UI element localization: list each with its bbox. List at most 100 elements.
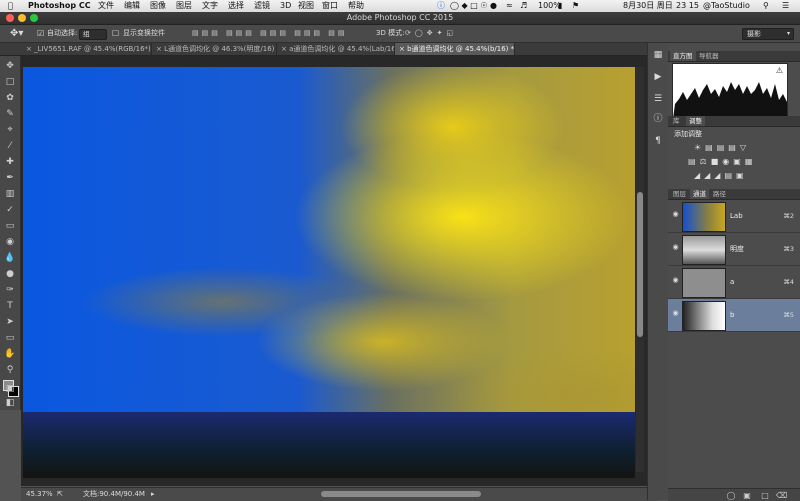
vertical-scroll-thumb[interactable]	[637, 192, 643, 337]
tab-b-channel[interactable]: × b通道色调均化 @ 45.4%(b/16) *	[395, 43, 515, 55]
blur-tool-icon[interactable]: 💧	[4, 252, 16, 264]
menu-edit[interactable]: 编辑	[124, 0, 140, 12]
menu-image[interactable]: 图像	[150, 0, 166, 12]
tab-navigator[interactable]: 导航器	[696, 51, 722, 61]
notification-icon[interactable]: ☰	[782, 0, 789, 12]
type-tool-icon[interactable]: T	[4, 300, 16, 312]
tab-paths[interactable]: 路径	[710, 189, 729, 199]
brightness-icon[interactable]: ☀▤▤▤▽	[694, 143, 750, 152]
channel-row-a[interactable]: ◉ a ⌘4	[668, 266, 800, 299]
horizontal-scroll-thumb[interactable]	[321, 491, 481, 497]
eraser-tool-icon[interactable]: ▭	[4, 220, 16, 232]
menu-help[interactable]: 帮助	[348, 0, 364, 12]
menu-type[interactable]: 文字	[202, 0, 218, 12]
close-window-button[interactable]	[6, 14, 14, 22]
screen-mode-icon[interactable]: ◧	[4, 398, 16, 408]
actions-play-icon[interactable]: ▶	[652, 71, 664, 83]
channel-thumbnail	[682, 235, 726, 265]
load-selection-icon[interactable]: ◯	[726, 492, 736, 500]
warning-icon[interactable]: ⚠	[776, 66, 783, 75]
zoom-tool-icon[interactable]: ⚲	[4, 364, 16, 376]
brush-tool-icon[interactable]: ✒	[4, 172, 16, 184]
user-name[interactable]: @TaoStudio	[703, 0, 750, 12]
zoom-level[interactable]: 45.37%	[26, 488, 53, 501]
tab-libraries[interactable]: 库	[670, 116, 683, 126]
menu-view[interactable]: 视图	[298, 0, 314, 12]
visibility-eye-icon[interactable]: ◉	[671, 243, 680, 252]
3d-mode-buttons[interactable]: ⟳◯✥✦◱	[405, 25, 457, 42]
move-tool-icon[interactable]: ✥▾	[10, 25, 23, 42]
vertical-scrollbar[interactable]	[636, 67, 644, 472]
channel-row-lab[interactable]: ◉ Lab ⌘2	[668, 200, 800, 233]
visibility-eye-icon[interactable]: ◉	[671, 309, 680, 318]
auto-select-dropdown[interactable]: 组	[79, 29, 107, 40]
channel-row-lightness[interactable]: ◉ 明度 ⌘3	[668, 233, 800, 266]
pen-tool-icon[interactable]: ✑	[4, 284, 16, 296]
menubar-time[interactable]: 23 15	[676, 0, 699, 12]
export-icon[interactable]: ⇱	[57, 488, 63, 501]
channel-row-b[interactable]: ◉ b ⌘5	[668, 299, 800, 332]
status-icons[interactable]: ◯ ◆ □ ☉ ●	[450, 0, 497, 12]
stamp-tool-icon[interactable]: ▥	[4, 188, 16, 200]
visibility-eye-icon[interactable]: ◉	[671, 276, 680, 285]
eyedropper-tool-icon[interactable]: ⁄	[4, 140, 16, 152]
shape-tool-icon[interactable]: ▭	[4, 332, 16, 344]
invert-icons[interactable]: ◢◢◢▤▣	[694, 171, 748, 180]
tab-adjustments[interactable]: 调整	[686, 116, 705, 126]
histogram-tabs: 直方图 导航器	[668, 51, 800, 62]
tab-layers[interactable]: 图层	[670, 189, 689, 199]
info-icon[interactable]: ⓘ	[437, 0, 445, 12]
healing-tool-icon[interactable]: ✚	[4, 156, 16, 168]
align-buttons[interactable]: ▤▤▤ ▤▤▤ ▤▤▤ ▤▤▤ ▤▤	[192, 25, 348, 42]
paint-bucket-icon[interactable]: ◉	[4, 236, 16, 248]
channel-name: b	[730, 311, 735, 319]
path-select-icon[interactable]: ➤	[4, 316, 16, 328]
channel-thumbnail	[682, 202, 726, 232]
menu-file[interactable]: 文件	[98, 0, 114, 12]
menu-select[interactable]: 选择	[228, 0, 244, 12]
wifi-icon[interactable]: ≈	[506, 0, 513, 12]
tab-liv5651[interactable]: × _LIV5651.RAF @ 45.4%(RGB/16*)	[22, 43, 152, 55]
app-menu[interactable]: Photoshop CC	[28, 0, 91, 12]
menu-3d[interactable]: 3D	[280, 0, 291, 12]
volume-icon[interactable]: ♬	[520, 0, 527, 12]
crop-tool-icon[interactable]: ⌖	[4, 124, 16, 136]
new-channel-icon[interactable]: □	[760, 492, 770, 500]
quick-mask-icon[interactable]: ▣	[4, 384, 16, 394]
trash-icon[interactable]: ⌫	[776, 492, 787, 500]
visibility-eye-icon[interactable]: ◉	[671, 210, 680, 219]
flag-icon[interactable]: ⚑	[572, 0, 579, 12]
properties-icon[interactable]: ☰	[652, 93, 664, 105]
menu-layer[interactable]: 图层	[176, 0, 192, 12]
workspace-dropdown[interactable]: 摄影 ▾	[742, 28, 794, 40]
tab-channels[interactable]: 通道	[690, 189, 709, 199]
battery-icon[interactable]: ▮	[558, 0, 562, 12]
menu-window[interactable]: 窗口	[322, 0, 338, 12]
save-selection-icon[interactable]: ▣	[742, 492, 752, 500]
zoom-window-button[interactable]	[30, 14, 38, 22]
hue-icons[interactable]: ▤⚖■◉▣▦	[688, 157, 756, 166]
marquee-tool-icon[interactable]: □	[4, 76, 16, 88]
lasso-tool-icon[interactable]: ✿	[4, 92, 16, 104]
move-tool-icon[interactable]: ✥	[4, 60, 16, 72]
info-panel-icon[interactable]: ⓘ	[652, 113, 664, 125]
apple-icon[interactable]: 	[8, 0, 13, 12]
quick-select-tool-icon[interactable]: ✎	[4, 108, 16, 120]
hand-tool-icon[interactable]: ✋	[4, 348, 16, 360]
dodge-tool-icon[interactable]: ●	[4, 268, 16, 280]
menu-filter[interactable]: 滤镜	[254, 0, 270, 12]
paragraph-icon[interactable]: ¶	[652, 135, 664, 147]
auto-select-value: 组	[83, 30, 90, 38]
history-brush-icon[interactable]: ✓	[4, 204, 16, 216]
menubar-date[interactable]: 8月30日 周日	[623, 0, 673, 12]
auto-select-checkbox[interactable]: ☑	[37, 25, 44, 42]
document-canvas[interactable]	[23, 67, 635, 478]
spotlight-icon[interactable]: ⚲	[763, 0, 769, 12]
minimize-window-button[interactable]	[18, 14, 26, 22]
tab-l-channel[interactable]: × L通道色调均化 @ 46.3%(明度/16) *	[152, 43, 277, 55]
tab-histogram[interactable]: 直方图	[670, 51, 696, 61]
transform-controls-checkbox[interactable]: ☐	[112, 25, 119, 42]
tab-a-channel[interactable]: × a通道色调均化 @ 45.4%(Lab/16) *	[277, 43, 395, 55]
status-menu-icon[interactable]: ▸	[151, 488, 155, 501]
history-icon[interactable]: ▦	[652, 49, 664, 61]
